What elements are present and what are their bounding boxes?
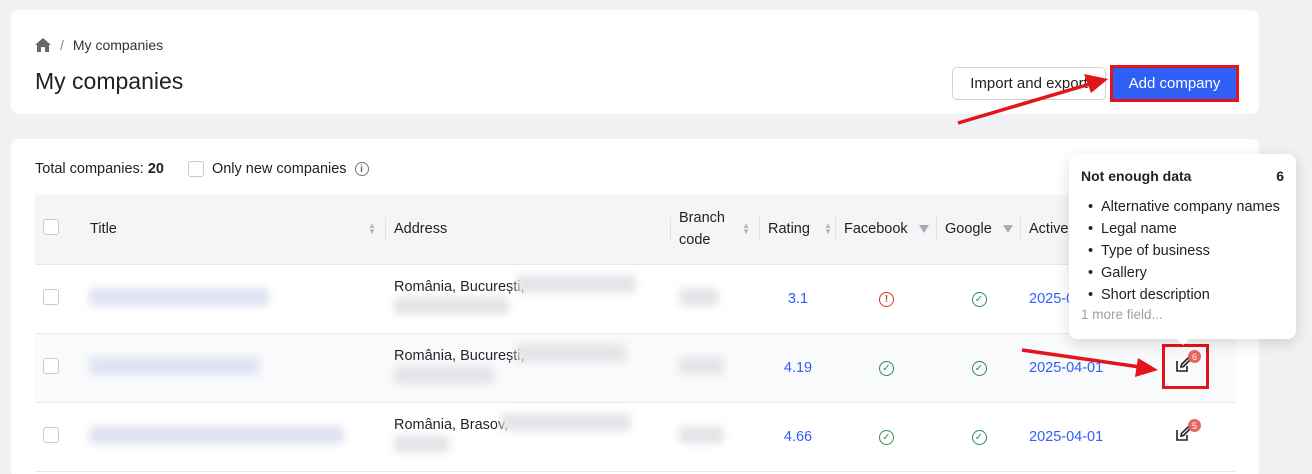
tooltip-count: 6 [1276,168,1284,184]
home-icon[interactable] [35,38,51,52]
select-all-cell [35,195,81,265]
active-date[interactable]: 2025-04-01 [1021,333,1126,403]
branch-code-blur [679,425,724,444]
sort-icon[interactable]: ▲ ▼ [824,222,832,236]
column-rating[interactable]: Rating ▲ ▼ [760,195,836,265]
sort-icon[interactable]: ▲ ▼ [368,222,376,236]
select-all-checkbox[interactable] [43,219,59,236]
only-new-checkbox[interactable] [187,161,204,177]
missing-fields-list: Alternative company names Legal name Typ… [1081,196,1284,306]
address-blur [394,296,509,315]
breadcrumb-current: My companies [72,37,164,53]
missing-fields-badge: 5 [1188,419,1201,432]
error-icon[interactable]: ! [879,292,894,307]
page-title: My companies [35,68,184,94]
filter-icon[interactable] [919,225,929,233]
tooltip-title: Not enough data [1081,168,1192,184]
column-active-label: Active [1029,221,1069,238]
rating-value[interactable]: 4.66 [760,402,836,472]
column-branch-code[interactable]: Branch code ▲ ▼ [671,195,760,265]
check-icon[interactable]: ✓ [971,292,987,307]
add-company-button[interactable]: Add company [1113,68,1236,99]
table-toolbar: Total companies: 20 Only new companies i [35,161,369,177]
rating-value[interactable]: 4.19 [760,333,836,403]
sort-icon[interactable]: ▲ ▼ [742,222,750,236]
column-title-label: Title [90,221,117,238]
edit-highlight [1162,344,1209,389]
column-address-label: Address [394,221,448,238]
check-icon[interactable]: ✓ [971,430,987,445]
address-blur [394,434,449,453]
address-blur [516,343,626,362]
more-fields-text: 1 more field... [1081,307,1163,322]
list-item: Type of business [1081,240,1284,262]
address-text: România, București, [394,278,525,295]
list-item: Short description [1081,284,1284,306]
company-title-link[interactable] [89,287,269,306]
column-facebook-label: Facebook [844,221,908,238]
info-icon[interactable]: i [354,162,369,176]
row-checkbox[interactable] [43,357,59,374]
table-header-row: Title ▲ ▼ Address Branch code ▲ ▼ Rating ▲ ▼ Fa… [35,195,1236,265]
company-title-link[interactable] [89,425,344,444]
check-icon[interactable]: ✓ [879,361,894,376]
column-google[interactable]: Google [937,195,1021,265]
list-item: Gallery [1081,262,1284,284]
import-export-button[interactable]: Import and export [952,67,1106,100]
branch-code-blur [679,356,724,375]
address-text: România, Brasov, [394,416,509,433]
address-blur [501,412,631,431]
column-address: Address [386,195,671,265]
column-title[interactable]: Title ▲ ▼ [81,195,386,265]
row-checkbox[interactable] [43,426,59,443]
address-blur [394,365,494,384]
table-row[interactable]: România, București, 4.19 ✓ ✓ 2025-04-01 [35,333,1236,403]
column-facebook[interactable]: Facebook [836,195,937,265]
breadcrumb-separator: / [60,37,64,53]
total-companies-label: Total companies: [35,161,144,177]
list-item: Legal name [1081,218,1284,240]
address-blur [516,274,636,293]
check-icon[interactable]: ✓ [971,361,987,376]
company-title-link[interactable] [89,356,259,375]
filter-icon[interactable] [1003,225,1013,233]
column-google-label: Google [945,221,992,238]
check-icon[interactable]: ✓ [879,430,894,445]
total-companies-count: 20 [147,161,164,177]
only-new-label[interactable]: Only new companies [212,161,347,177]
branch-code-blur [679,287,719,306]
address-text: România, București, [394,347,525,364]
edit-button[interactable]: 5 [1168,419,1201,451]
table-row[interactable]: România, Brasov, 4.66 ✓ ✓ 2025-04-01 [35,402,1236,472]
table-row[interactable]: România, București, 3.1 ! ✓ 2025-04-01 [35,264,1236,334]
add-company-highlight: Add company [1110,65,1239,102]
tooltip-arrow [1176,338,1190,345]
missing-data-tooltip: Not enough data 6 Alternative company na… [1069,154,1296,339]
row-checkbox[interactable] [43,288,59,305]
column-rating-label: Rating [768,221,810,238]
companies-table: Title ▲ ▼ Address Branch code ▲ ▼ Rating ▲ ▼ Fa… [35,195,1236,472]
breadcrumb: / My companies [35,37,163,53]
list-item: Alternative company names [1081,196,1284,218]
rating-value[interactable]: 3.1 [760,264,836,334]
active-date[interactable]: 2025-04-01 [1021,402,1126,472]
